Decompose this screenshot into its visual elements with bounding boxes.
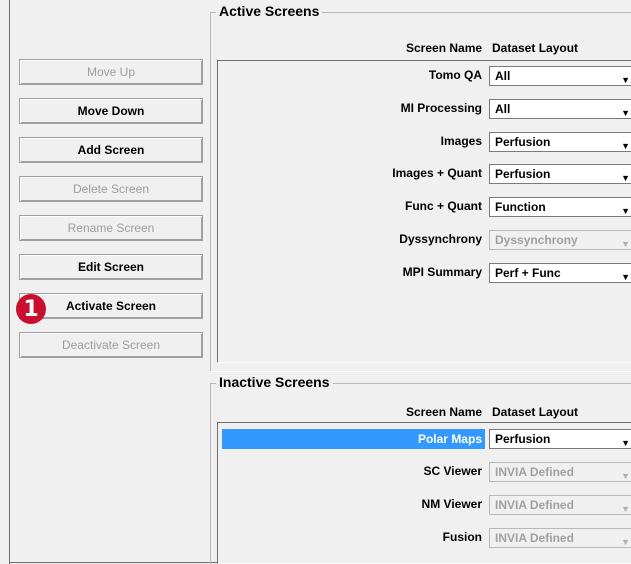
chevron-down-icon: ▼ <box>621 141 630 151</box>
inactive-col-screen-name: Screen Name <box>406 405 483 419</box>
combo-value: Perfusion <box>495 167 551 181</box>
add-screen-button[interactable]: Add Screen <box>19 137 203 163</box>
chevron-down-icon: ▼ <box>621 173 630 183</box>
move-up-button[interactable]: Move Up <box>19 59 203 85</box>
chevron-down-icon: ▼ <box>621 438 630 448</box>
active-row-name[interactable]: MPI Summary <box>403 265 482 279</box>
combo-value: All <box>495 69 511 83</box>
inactive-row-name[interactable]: SC Viewer <box>424 464 482 478</box>
combo-value: All <box>495 102 511 116</box>
active-row-layout-select[interactable]: Function ▼ <box>489 197 631 217</box>
callout-badge: 1 <box>16 294 46 324</box>
chevron-down-icon: ▼ <box>621 239 630 249</box>
chevron-down-icon: ▼ <box>621 537 630 547</box>
combo-value: INVIA Defined <box>495 465 574 479</box>
combo-value: INVIA Defined <box>495 531 574 545</box>
combo-value: Dyssynchrony <box>495 233 578 247</box>
inactive-group-left-line <box>210 383 211 564</box>
combo-value: Perfusion <box>495 432 551 446</box>
activate-screen-button[interactable]: Activate Screen <box>19 293 203 319</box>
chevron-down-icon: ▼ <box>621 272 630 282</box>
active-group-bottom-line <box>210 371 631 372</box>
active-col-screen-name: Screen Name <box>406 41 483 55</box>
inactive-row-name[interactable]: Fusion <box>443 530 482 544</box>
active-group-left-line <box>210 12 211 372</box>
delete-screen-button[interactable]: Delete Screen <box>19 176 203 202</box>
active-col-dataset-layout: Dataset Layout <box>492 41 579 55</box>
active-row-name[interactable]: Images + Quant <box>392 166 482 180</box>
inactive-row-layout-select[interactable]: INVIA Defined ▼ <box>489 462 631 482</box>
active-row-name[interactable]: Func + Quant <box>405 199 482 213</box>
chevron-down-icon: ▼ <box>621 108 630 118</box>
combo-value: Perfusion <box>495 135 551 149</box>
active-row-layout-select[interactable]: Perfusion ▼ <box>489 164 631 184</box>
active-row-layout-select[interactable]: All ▼ <box>489 99 631 119</box>
move-down-button[interactable]: Move Down <box>19 98 203 124</box>
combo-value: Function <box>495 200 546 214</box>
active-row-name[interactable]: Dyssynchrony <box>399 232 482 246</box>
deactivate-screen-button[interactable]: Deactivate Screen <box>19 332 203 358</box>
chevron-down-icon: ▼ <box>621 471 630 481</box>
active-screens-title: Active Screens <box>216 3 323 19</box>
active-row-layout-select[interactable]: Perf + Func ▼ <box>489 263 631 283</box>
inactive-row-layout-select[interactable]: INVIA Defined ▼ <box>489 495 631 515</box>
chevron-down-icon: ▼ <box>621 504 630 514</box>
combo-value: Perf + Func <box>495 266 561 280</box>
chevron-down-icon: ▼ <box>621 75 630 85</box>
combo-value: INVIA Defined <box>495 498 574 512</box>
active-row-layout-select[interactable]: Dyssynchrony ▼ <box>489 230 631 250</box>
active-row-layout-select[interactable]: Perfusion ▼ <box>489 132 631 152</box>
window-left-border <box>9 0 10 564</box>
rename-screen-button[interactable]: Rename Screen <box>19 215 203 241</box>
edit-screen-button[interactable]: Edit Screen <box>19 254 203 280</box>
active-row-layout-select[interactable]: All ▼ <box>489 66 631 86</box>
inactive-row-name-selected[interactable]: Polar Maps <box>222 429 485 449</box>
inactive-row-layout-select[interactable]: Perfusion ▼ <box>489 429 631 449</box>
inactive-screens-title: Inactive Screens <box>216 374 333 390</box>
chevron-down-icon: ▼ <box>621 206 630 216</box>
active-row-name[interactable]: Tomo QA <box>429 68 482 82</box>
active-row-name[interactable]: Images <box>441 134 482 148</box>
inactive-col-dataset-layout: Dataset Layout <box>492 405 579 419</box>
inactive-row-name[interactable]: NM Viewer <box>422 497 482 511</box>
active-row-name[interactable]: MI Processing <box>401 101 482 115</box>
inactive-row-layout-select[interactable]: INVIA Defined ▼ <box>489 528 631 548</box>
